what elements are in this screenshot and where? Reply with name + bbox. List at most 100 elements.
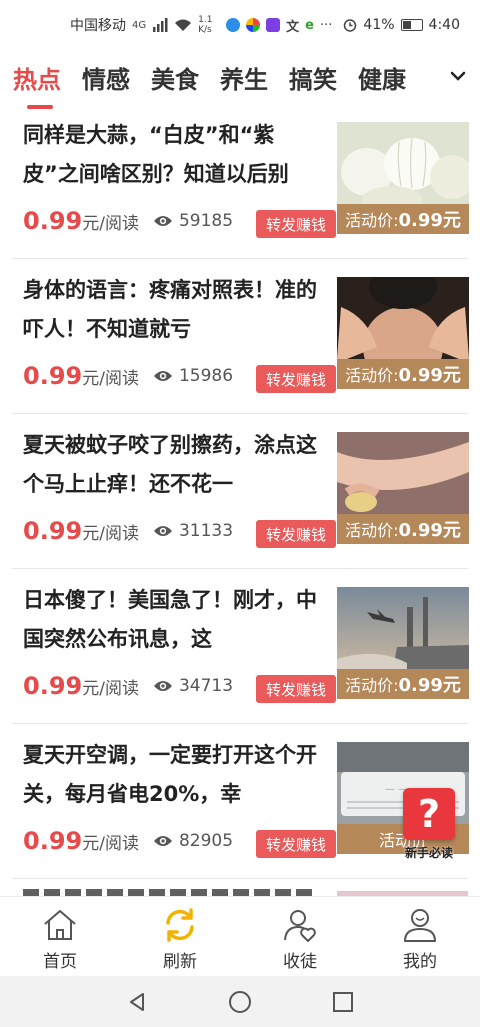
promo-label: 活动价: [345,211,399,230]
eye-icon [153,526,172,536]
article-thumbnail[interactable]: 活动价: 0.99元 [337,587,469,699]
eye-icon [153,216,172,226]
article-title[interactable]: 夏天开空调，一定要打开这个开关，每月省电20%，幸 [23,736,323,814]
system-nav-bar [0,976,480,1027]
article-item[interactable]: 夏天被蚊子咬了别擦药，涂点这个马上止痒！还不花一 0.99 元/阅读 31133… [12,414,469,569]
app-icon-purple [266,18,281,32]
article-price: 0.99 [23,362,83,390]
article-price: 0.99 [23,672,83,700]
share-earn-button[interactable]: 转发赚钱 [256,520,336,548]
eye-icon [153,836,172,846]
recent-apps-icon[interactable] [332,991,354,1013]
arm-soap-image [337,432,469,514]
price-unit: 元/阅读 [82,213,139,234]
garlic-image [337,122,469,204]
app-icon-blue [226,18,241,32]
article-feed: 同样是大蒜，“白皮”和“紫皮”之间啥区别？知道以后别 0.99 元/阅读 591… [0,104,480,879]
back-icon[interactable] [126,991,148,1013]
view-count: 15986 [178,366,234,386]
article-title[interactable]: 日本傻了！美国急了！刚才，中国突然公布讯息，这 [23,581,323,659]
newbie-guide-float[interactable]: ? 新手必读 [400,788,458,862]
carrier-label: 中国移动 [70,18,126,34]
home-circle-icon[interactable] [228,990,252,1014]
article-title[interactable]: 身体的语言：疼痛对照表！准的吓人！不知道就亏 [23,271,323,349]
status-left: 中国移动 4G 1.1 K/s 文 e ··· [70,15,332,35]
warship-plane-image [337,587,469,669]
status-right: 41% 4:40 [343,17,460,33]
app-icon-text: 文 [286,19,300,35]
wifi-icon [175,19,192,31]
nav-profile-label: 我的 [403,952,437,972]
promo-price: 0.99元 [398,675,461,696]
promo-tag: 活动价: 0.99元 [337,514,469,544]
article-thumbnail[interactable]: 活动价: 0.99元 [337,122,469,234]
tab-funny[interactable]: 搞笑 [289,60,337,95]
app-icon-color [246,18,261,32]
nav-refresh[interactable]: 刷新 [120,897,240,976]
article-meta: 0.99 元/阅读 15986 转发赚钱 [23,359,343,393]
tab-food[interactable]: 美食 [151,60,199,95]
view-count: 34713 [178,676,234,696]
price-unit: 元/阅读 [82,678,139,699]
article-item[interactable]: 日本傻了！美国急了！刚才，中国突然公布讯息，这 0.99 元/阅读 34713 … [12,569,469,724]
bottom-nav: 首页 刷新 收徒 我的 [0,896,480,976]
article-meta: 0.99 元/阅读 34713 转发赚钱 [23,669,343,703]
promo-label: 活动价: [345,676,399,695]
speed-label: 1.1 K/s [198,15,213,35]
promo-price: 0.99元 [398,210,461,231]
promo-price: 0.99元 [398,365,461,386]
profile-icon [404,909,436,942]
status-bar: 中国移动 4G 1.1 K/s 文 e ··· 41% 4:40 [0,0,480,50]
promo-tag: 活动价: 0.99元 [337,669,469,699]
tab-emotion[interactable]: 情感 [82,60,130,95]
help-icon: ? [403,788,455,840]
article-thumbnail[interactable]: 活动价: 0.99元 [337,277,469,389]
eye-icon [153,371,172,381]
eye-icon [153,681,172,691]
price-unit: 元/阅读 [82,368,139,389]
nav-home[interactable]: 首页 [0,897,120,976]
promo-label: 活动价: [345,366,399,385]
network-type: 4G [132,19,147,31]
share-earn-button[interactable]: 转发赚钱 [256,675,336,703]
share-earn-button[interactable]: 转发赚钱 [256,210,336,238]
promo-tag: 活动价: 0.99元 [337,204,469,234]
article-title[interactable]: 夏天被蚊子咬了别擦药，涂点这个马上止痒！还不花一 [23,426,323,504]
tab-hot[interactable]: 热点 [13,60,61,109]
tabs-expand-button[interactable] [446,64,470,88]
tab-wellness[interactable]: 养生 [220,60,268,95]
tab-health[interactable]: 健康 [358,60,406,95]
nav-home-label: 首页 [43,952,77,972]
nav-refresh-label: 刷新 [163,952,197,972]
alarm-icon [344,19,357,32]
nav-recruit[interactable]: 收徒 [240,897,360,976]
nav-recruit-label: 收徒 [283,952,317,972]
view-count: 59185 [178,211,234,231]
article-thumbnail[interactable]: 活动价: 0.99元 [337,432,469,544]
recruit-icon [284,910,316,942]
battery-percent: 41% [363,17,395,33]
neck-massage-image [337,277,469,359]
more-notifications: ··· [319,17,333,33]
article-item[interactable]: 身体的语言：疼痛对照表！准的吓人！不知道就亏 0.99 元/阅读 15986 转… [12,259,469,414]
promo-label: 活动价: [345,521,399,540]
article-title[interactable]: 同样是大蒜，“白皮”和“紫皮”之间啥区别？知道以后别 [23,116,323,194]
view-count: 31133 [178,521,234,541]
article-price: 0.99 [23,517,83,545]
help-label: 新手必读 [404,846,453,860]
article-price: 0.99 [23,207,83,235]
promo-price: 0.99元 [398,520,461,541]
article-meta: 0.99 元/阅读 31133 转发赚钱 [23,514,343,548]
article-price: 0.99 [23,827,83,855]
home-icon [44,910,76,940]
signal-icon [153,18,168,32]
article-item[interactable]: 同样是大蒜，“白皮”和“紫皮”之间啥区别？知道以后别 0.99 元/阅读 591… [12,104,469,259]
price-unit: 元/阅读 [82,833,139,854]
share-earn-button[interactable]: 转发赚钱 [256,365,336,393]
article-meta: 0.99 元/阅读 59185 转发赚钱 [23,204,343,238]
article-meta: 0.99 元/阅读 82905 转发赚钱 [23,824,343,858]
nav-profile[interactable]: 我的 [360,897,480,976]
price-unit: 元/阅读 [82,523,139,544]
clock: 4:40 [428,17,460,33]
share-earn-button[interactable]: 转发赚钱 [256,830,336,858]
